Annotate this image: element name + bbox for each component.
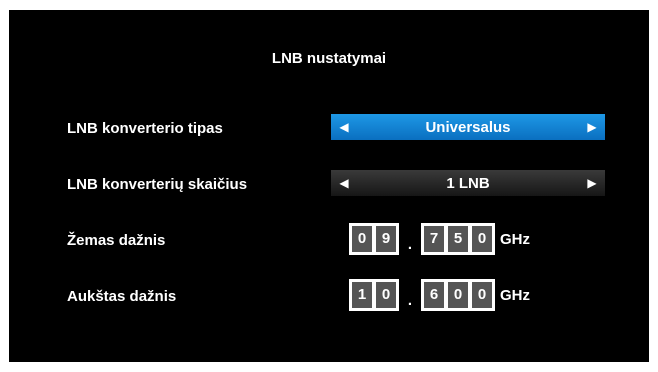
lnb-count-value: 1 LNB	[446, 174, 490, 192]
digit[interactable]: 0	[472, 226, 492, 252]
unit-label: GHz	[500, 286, 530, 304]
decimal-separator: .	[407, 235, 413, 253]
high-frequency-input[interactable]: 1 0 . 6 0 0 GHz	[349, 279, 530, 311]
lnb-count-label: LNB konverterių skaičius	[67, 176, 248, 193]
settings-screen: LNB nustatymai LNB konverterio tipas ◀ U…	[9, 10, 649, 362]
decimal-separator: .	[407, 291, 413, 309]
low-frequency-label: Žemas dažnis	[67, 232, 166, 249]
lnb-count-selector[interactable]: ◀ 1 LNB ▶	[331, 170, 605, 196]
page-title: LNB nustatymai	[271, 50, 387, 67]
arrow-right-icon[interactable]: ▶	[579, 114, 605, 140]
digit[interactable]: 6	[424, 282, 444, 308]
high-frequency-label: Aukštas dažnis	[67, 288, 177, 305]
digit[interactable]: 7	[424, 226, 444, 252]
digit[interactable]: 9	[376, 226, 396, 252]
lnb-type-label: LNB konverterio tipas	[67, 120, 223, 137]
arrow-left-icon[interactable]: ◀	[331, 114, 357, 140]
low-frequency-frac-group[interactable]: 7 5 0	[421, 223, 495, 255]
lnb-type-selector[interactable]: ◀ Universalus ▶	[331, 114, 605, 140]
digit[interactable]: 0	[352, 226, 372, 252]
low-frequency-int-group[interactable]: 0 9	[349, 223, 399, 255]
lnb-type-value: Universalus	[425, 118, 511, 136]
high-frequency-frac-group[interactable]: 6 0 0	[421, 279, 495, 311]
digit[interactable]: 0	[448, 282, 468, 308]
arrow-left-icon[interactable]: ◀	[331, 170, 357, 196]
digit[interactable]: 1	[352, 282, 372, 308]
low-frequency-input[interactable]: 0 9 . 7 5 0 GHz	[349, 223, 530, 255]
digit[interactable]: 0	[472, 282, 492, 308]
digit[interactable]: 0	[376, 282, 396, 308]
high-frequency-int-group[interactable]: 1 0	[349, 279, 399, 311]
arrow-right-icon[interactable]: ▶	[579, 170, 605, 196]
unit-label: GHz	[500, 230, 530, 248]
digit[interactable]: 5	[448, 226, 468, 252]
